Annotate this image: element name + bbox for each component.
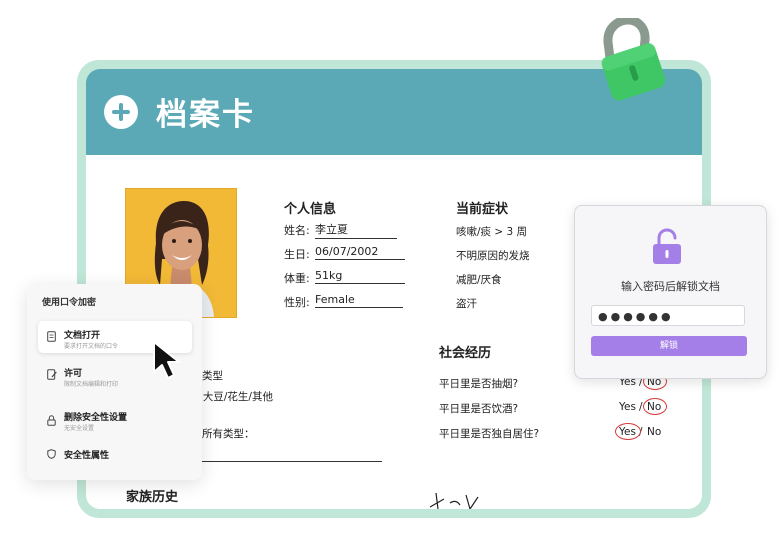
plus-icon[interactable]	[104, 95, 138, 129]
question-live-alone: 平日里是否独自居住?	[439, 428, 540, 440]
birthday-value: 06/07/2002	[315, 245, 405, 260]
symptom-item: 减肥/厌食	[456, 274, 502, 286]
answer-circle	[643, 398, 667, 415]
edit-icon	[47, 369, 57, 383]
handwriting-scribble	[429, 492, 479, 509]
menu-item-security-properties[interactable]: 安全性属性	[38, 444, 192, 466]
answer-separator: /	[639, 401, 643, 413]
mouse-cursor-icon	[153, 341, 180, 379]
symptom-item: 不明原因的发烧	[456, 250, 530, 262]
answer-no: No	[647, 426, 662, 438]
menu-item-sub: 要求打开文档的口令	[64, 343, 119, 350]
menu-item-label: 删除安全性设置	[64, 413, 128, 423]
gender-value: Female	[315, 293, 403, 308]
allergy-options: '大豆/花生/其他	[200, 391, 273, 403]
weight-label: 体重:	[284, 272, 310, 285]
weight-value: 51kg	[315, 269, 405, 284]
document-icon	[47, 331, 56, 345]
name-label: 姓名:	[284, 224, 310, 237]
shield-icon	[47, 449, 56, 462]
unlock-prompt: 输入密码后解锁文档	[621, 280, 720, 293]
unlock-button[interactable]: 解锁	[591, 336, 747, 356]
allergy-line	[202, 461, 382, 462]
menu-item-label: 文档打开	[64, 331, 101, 341]
answer-yes: Yes	[619, 401, 636, 413]
unlock-dialog: 输入密码后解锁文档 ●●●●●● 解锁	[574, 205, 767, 379]
encrypt-panel: 使用口令加密 文档打开 要求打开文档的口令 许可 限制文档编辑和打印 删除安全性…	[27, 284, 202, 480]
symptom-item: 咳嗽/痰 > 3 周	[456, 226, 528, 238]
menu-item-sub: 限制文档编辑和打印	[64, 381, 119, 388]
menu-item-label: 安全性属性	[64, 451, 110, 461]
menu-item-remove-security[interactable]: 删除安全性设置 无安全设置	[38, 406, 192, 436]
question-smoke: 平日里是否抽烟?	[439, 378, 519, 390]
allergy-type-label: 类型	[202, 370, 223, 382]
allergy-all-types-label: 所有类型：	[202, 428, 255, 440]
name-value: 李立夏	[315, 221, 397, 239]
symptoms-heading: 当前症状	[456, 202, 509, 217]
lock-icon	[47, 415, 56, 429]
padlock-icon	[601, 18, 666, 101]
menu-item-sub: 无安全设置	[64, 425, 95, 432]
menu-item-label: 许可	[64, 369, 83, 379]
family-heading: 家族历史	[126, 490, 179, 505]
question-drink: 平日里是否饮酒?	[439, 403, 519, 415]
password-input[interactable]: ●●●●●●	[591, 305, 745, 326]
unlock-icon	[653, 228, 681, 264]
encrypt-panel-title: 使用口令加密	[42, 298, 97, 308]
birthday-label: 生日:	[284, 248, 310, 261]
answer-circle	[615, 423, 641, 440]
gender-label: 性别:	[284, 296, 310, 309]
social-heading: 社会经历	[439, 346, 492, 361]
personal-info-heading: 个人信息	[284, 202, 337, 217]
card-title: 档案卡	[156, 97, 255, 133]
symptom-item: 盗汗	[456, 298, 477, 310]
